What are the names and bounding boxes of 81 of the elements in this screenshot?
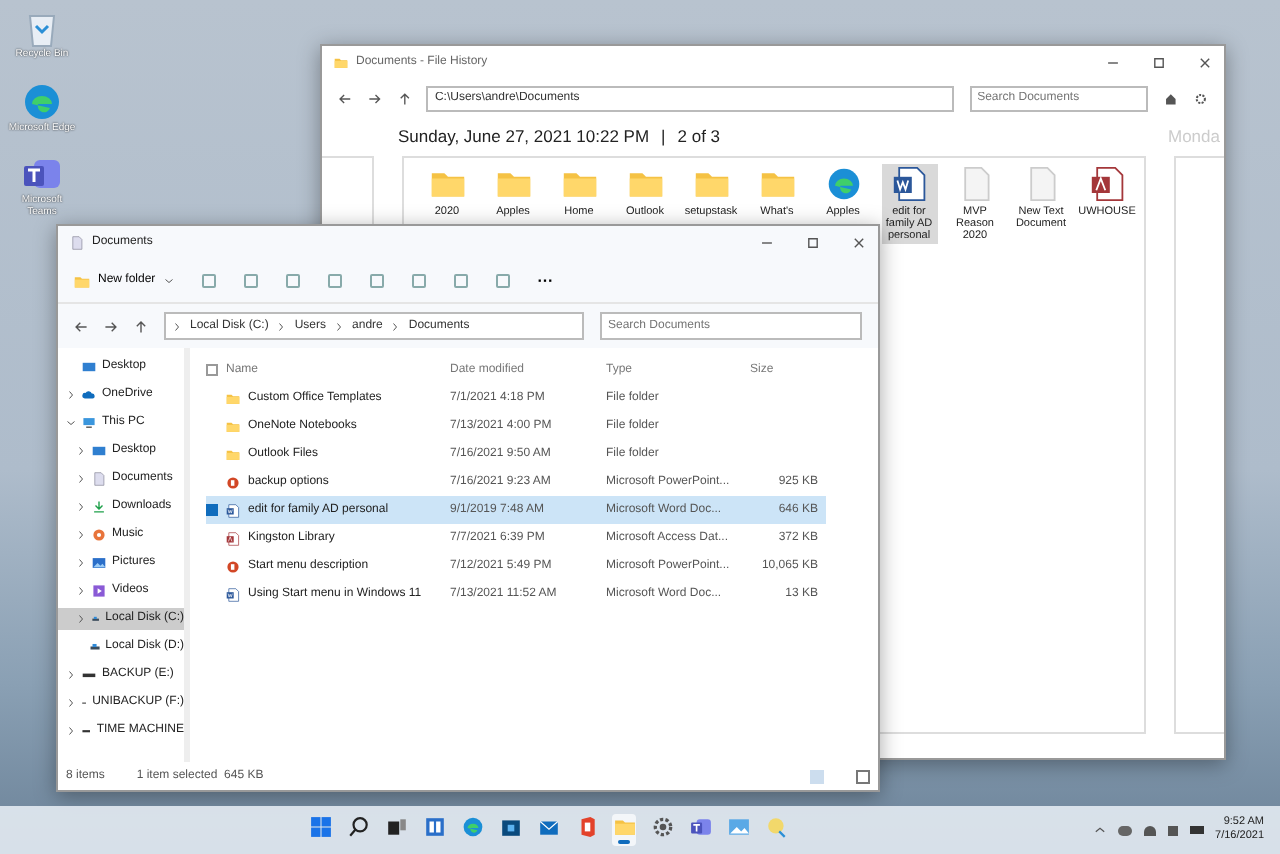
back-button[interactable] [338,91,352,105]
search-icon [347,816,369,839]
minimize-button[interactable] [760,236,774,250]
up-button[interactable] [134,319,148,333]
desktop-icon [92,444,106,458]
maximize-button[interactable] [1152,56,1166,70]
mail-icon [537,816,559,839]
word-document-icon [226,587,240,601]
forward-button[interactable] [367,91,382,105]
separator-text: | [661,123,666,149]
widgets-icon [423,816,445,839]
select-all-checkbox[interactable] [206,364,218,376]
close-button[interactable] [852,236,866,250]
expand-chevron-icon[interactable] [66,698,76,708]
folder-icon [226,391,240,405]
expand-chevron-icon[interactable] [66,670,76,680]
presentation-icon [226,559,240,573]
expand-chevron-icon[interactable] [76,558,86,568]
folder-icon [226,419,240,433]
maximize-button[interactable] [806,236,820,250]
up-button[interactable] [397,91,411,105]
video-icon [92,584,106,598]
wifi-icon[interactable] [1143,825,1156,835]
checkbox[interactable] [206,504,218,516]
chevron-icon[interactable] [390,321,401,331]
teams-icon [22,154,62,194]
expand-chevron-icon[interactable] [66,726,76,736]
expand-chevron-icon[interactable] [76,614,86,624]
document-icon [70,236,84,250]
chevron-icon[interactable] [334,321,345,331]
edge-browser-icon [21,81,62,121]
task-view-icon [385,816,407,839]
snapshot-date: Sunday, June 27, 2021 10:22 PM [398,123,650,149]
start-icon [309,816,331,839]
home-icon [1164,91,1179,105]
pictures-icon [92,556,106,570]
chevron-icon[interactable] [172,321,182,331]
tiles-view-icon[interactable] [856,769,870,783]
teams-icon [689,816,711,839]
expand-chevron-icon[interactable] [76,530,86,540]
expand-chevron-icon[interactable] [76,474,86,484]
document-icon [92,472,106,486]
expand-chevron-icon[interactable] [76,446,86,456]
edge-browser-icon [825,166,861,202]
music-icon [92,528,106,542]
download-icon [92,500,106,514]
close-button[interactable] [1198,56,1212,70]
cloud-icon [82,388,96,402]
desktop-icon [82,360,96,374]
expand-chevron-icon[interactable] [76,586,86,596]
battery-icon[interactable] [1189,826,1204,834]
folder-icon [334,56,348,70]
settings-icon [1194,91,1208,105]
more-button[interactable]: ··· [537,269,554,293]
edge-browser-icon [461,816,483,839]
volume-icon[interactable] [1167,825,1178,835]
store-icon [499,816,521,839]
disk-drive-icon [89,640,100,654]
forward-button[interactable] [104,319,118,333]
presentation-icon [226,475,240,489]
database-file-icon [226,531,240,545]
collapse-chevron-icon[interactable] [66,418,76,428]
word-document-icon [226,503,240,517]
folder-icon [613,816,635,839]
chevron-icon[interactable] [276,321,287,331]
paint-icon [765,816,787,839]
computer-icon [82,416,96,430]
cloud-icon[interactable] [1117,825,1132,835]
word-document-icon [891,166,927,202]
caret-icon[interactable] [163,276,174,286]
settings-icon [651,816,673,839]
database-file-icon [1089,166,1125,202]
folder-icon [226,447,240,461]
back-button[interactable] [74,319,88,333]
photos-icon [727,816,749,839]
chevron-up-icon[interactable] [1093,824,1106,836]
expand-chevron-icon[interactable] [66,390,76,400]
expand-chevron-icon[interactable] [76,502,86,512]
snapshot-position: 2 of 3 [677,123,721,149]
folder-icon [74,273,90,289]
minimize-button[interactable] [1106,56,1120,70]
